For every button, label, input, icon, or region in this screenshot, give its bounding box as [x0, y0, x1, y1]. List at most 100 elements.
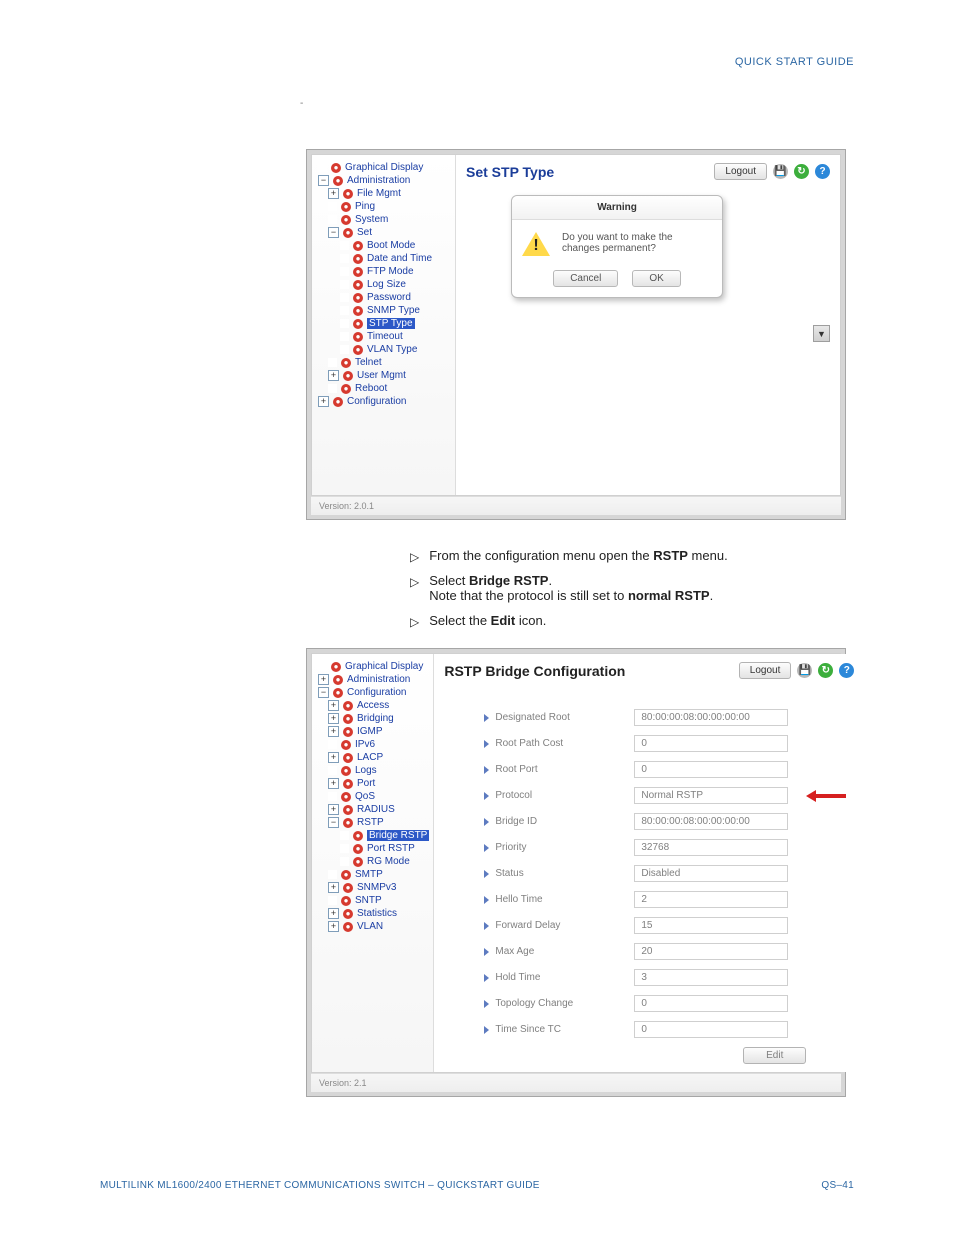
nav-timeout[interactable]: ●Timeout: [316, 330, 451, 343]
nav2-bridge-rstp[interactable]: ●Bridge RSTP: [316, 829, 429, 842]
field-root-port: Root Port0: [484, 761, 846, 778]
nav2-administration[interactable]: +●Administration: [316, 673, 429, 686]
nav-user-mgmt[interactable]: +●User Mgmt: [316, 369, 451, 382]
config-fields: Designated Root80:00:00:08:00:00:00:00 R…: [434, 685, 864, 1072]
refresh-icon[interactable]: ↻: [818, 663, 833, 678]
field-priority: Priority32768: [484, 839, 846, 856]
caret-icon: [484, 714, 489, 722]
nav-administration[interactable]: −●Administration: [316, 174, 451, 187]
refresh-icon[interactable]: ↻: [794, 164, 809, 179]
logout-button-2[interactable]: Logout: [739, 662, 792, 679]
nav-password[interactable]: ●Password: [316, 291, 451, 304]
page-title-2: RSTP Bridge Configuration: [444, 663, 625, 679]
content-area-2: RSTP Bridge Configuration Logout 💾 ↻ ? D…: [434, 654, 864, 1072]
nav2-graphical[interactable]: ●Graphical Display: [316, 660, 429, 673]
field-protocol: Protocol Normal RSTP: [484, 787, 846, 804]
nav2-bridging[interactable]: +●Bridging: [316, 712, 429, 725]
nav2-smtp[interactable]: ●SMTP: [316, 868, 429, 881]
nav-system[interactable]: ●System: [316, 213, 451, 226]
caret-icon: [484, 818, 489, 826]
field-time-since-tc: Time Since TC0: [484, 1021, 846, 1038]
help-icon[interactable]: ?: [839, 663, 854, 678]
nav-set[interactable]: −●Set: [316, 226, 451, 239]
nav2-port-rstp[interactable]: ●Port RSTP: [316, 842, 429, 855]
logout-button[interactable]: Logout: [714, 163, 767, 180]
footer-left: MULTILINK ML1600/2400 ETHERNET COMMUNICA…: [100, 1180, 540, 1191]
triangle-bullet-icon: ▷: [410, 615, 419, 629]
nav2-vlan[interactable]: +●VLAN: [316, 920, 429, 933]
nav-graphical-display[interactable]: ●Graphical Display: [316, 161, 451, 174]
nav-tree-2: ●Graphical Display +●Administration −●Co…: [312, 654, 434, 1072]
nav-ftp-mode[interactable]: ●FTP Mode: [316, 265, 451, 278]
nav2-snmpv3[interactable]: +●SNMPv3: [316, 881, 429, 894]
field-hello-time: Hello Time2: [484, 891, 846, 908]
version-label: Version: 2.0.1: [311, 496, 841, 515]
caret-icon: [484, 948, 489, 956]
field-bridge-id: Bridge ID80:00:00:08:00:00:00:00: [484, 813, 846, 830]
dialog-title: Warning: [512, 196, 722, 220]
ok-button[interactable]: OK: [632, 270, 680, 287]
save-icon[interactable]: 💾: [773, 164, 788, 179]
nav2-lacp[interactable]: +●LACP: [316, 751, 429, 764]
instruction-3: ▷ Select the Edit icon.: [410, 613, 854, 628]
nav-reboot[interactable]: ●Reboot: [316, 382, 451, 395]
triangle-bullet-icon: ▷: [410, 550, 419, 564]
nav2-logs[interactable]: ●Logs: [316, 764, 429, 777]
field-status: StatusDisabled: [484, 865, 846, 882]
body-dash: -: [300, 98, 854, 109]
caret-icon: [484, 974, 489, 982]
field-max-age: Max Age20: [484, 943, 846, 960]
caret-icon: [484, 1000, 489, 1008]
help-icon[interactable]: ?: [815, 164, 830, 179]
nav2-igmp[interactable]: +●IGMP: [316, 725, 429, 738]
instruction-2: ▷ Select Bridge RSTP. Note that the prot…: [410, 573, 854, 603]
edit-button[interactable]: Edit: [743, 1047, 806, 1064]
caret-icon: [484, 766, 489, 774]
caret-icon: [484, 1026, 489, 1034]
caret-icon: [484, 870, 489, 878]
cancel-button[interactable]: Cancel: [553, 270, 618, 287]
field-hold-time: Hold Time3: [484, 969, 846, 986]
screenshot-rstp-bridge: ●Graphical Display +●Administration −●Co…: [306, 648, 846, 1097]
nav2-sntp[interactable]: ●SNTP: [316, 894, 429, 907]
nav2-qos[interactable]: ●QoS: [316, 790, 429, 803]
nav-file-mgmt[interactable]: +●File Mgmt: [316, 187, 451, 200]
nav-stp-type[interactable]: ●STP Type: [316, 317, 451, 330]
nav2-port[interactable]: +●Port: [316, 777, 429, 790]
nav-vlan-type[interactable]: ●VLAN Type: [316, 343, 451, 356]
nav2-ipv6[interactable]: ●IPv6: [316, 738, 429, 751]
save-icon[interactable]: 💾: [797, 663, 812, 678]
nav2-rstp[interactable]: −●RSTP: [316, 816, 429, 829]
warning-dialog: Warning Do you want to make the changes …: [511, 195, 723, 298]
field-root-path-cost: Root Path Cost0: [484, 735, 846, 752]
screenshot-set-stp-type: ●Graphical Display −●Administration +●Fi…: [306, 149, 846, 520]
warning-icon: [522, 232, 550, 256]
field-topology-change: Topology Change0: [484, 995, 846, 1012]
nav2-configuration[interactable]: −●Configuration: [316, 686, 429, 699]
nav-ping[interactable]: ●Ping: [316, 200, 451, 213]
content-area: Set STP Type Logout 💾 ↻ ? Warning: [456, 155, 840, 495]
version-label-2: Version: 2.1: [311, 1073, 841, 1092]
nav2-statistics[interactable]: +●Statistics: [316, 907, 429, 920]
caret-icon: [484, 792, 489, 800]
nav2-access[interactable]: +●Access: [316, 699, 429, 712]
instruction-list: ▷ From the configuration menu open the R…: [410, 548, 854, 628]
caret-icon: [484, 896, 489, 904]
dialog-text: Do you want to make the changes permanen…: [562, 232, 673, 254]
header-quick-start: QUICK START GUIDE: [100, 56, 854, 68]
nav-snmp-type[interactable]: ●SNMP Type: [316, 304, 451, 317]
nav2-radius[interactable]: +●RADIUS: [316, 803, 429, 816]
nav-log-size[interactable]: ●Log Size: [316, 278, 451, 291]
field-designated-root: Designated Root80:00:00:08:00:00:00:00: [484, 709, 846, 726]
nav-boot-mode[interactable]: ●Boot Mode: [316, 239, 451, 252]
triangle-bullet-icon: ▷: [410, 575, 419, 589]
dropdown-arrow-icon[interactable]: ▼: [813, 325, 830, 342]
red-arrow-annotation: [806, 790, 846, 802]
nav-date-time[interactable]: ●Date and Time: [316, 252, 451, 265]
nav-configuration[interactable]: +●Configuration: [316, 395, 451, 408]
nav-tree: ●Graphical Display −●Administration +●Fi…: [312, 155, 456, 495]
nav-telnet[interactable]: ●Telnet: [316, 356, 451, 369]
field-forward-delay: Forward Delay15: [484, 917, 846, 934]
nav2-rg-mode[interactable]: ●RG Mode: [316, 855, 429, 868]
footer-right: QS–41: [821, 1180, 854, 1191]
